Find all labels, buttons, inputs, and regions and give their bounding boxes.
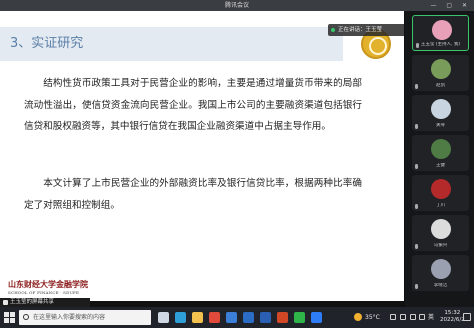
- network-icon[interactable]: [400, 314, 406, 320]
- window-title-bar: 腾讯会议 — ▢ ✕: [0, 0, 474, 11]
- battery-icon[interactable]: [419, 314, 425, 320]
- participant-tile[interactable]: 丁川: [412, 175, 469, 211]
- avatar: [431, 179, 451, 199]
- avatar: [431, 139, 451, 159]
- clock-date: 2022/6/2: [440, 317, 465, 323]
- avatar: [431, 219, 451, 239]
- weather-icon[interactable]: [354, 313, 362, 321]
- volume-icon[interactable]: [410, 314, 416, 320]
- store-icon[interactable]: [226, 312, 237, 323]
- window-controls[interactable]: — ▢ ✕: [430, 1, 471, 10]
- powerpoint-icon[interactable]: [277, 312, 288, 323]
- school-logo: 山东财经大学金融学院 SCHOOL OF FINANCE · SDUFE: [8, 279, 88, 296]
- system-tray: 35°C 英 15:32 2022/6/2: [354, 307, 474, 328]
- chrome-icon[interactable]: [209, 312, 220, 323]
- participant-tile[interactable]: 赵凯: [412, 55, 469, 91]
- notification-icon[interactable]: [463, 313, 471, 321]
- participant-name: 马振兴: [433, 243, 448, 248]
- taskbar-search[interactable]: 在这里输入你要搜索的内容: [19, 310, 151, 325]
- shared-screen: 3、实证研究 正在讲话：王玉莹 结构性货币政策工具对于民营企业的影响，主要是通过…: [0, 11, 404, 301]
- screen-share-bar[interactable]: 王玉莹的屏幕共享: [0, 298, 90, 307]
- slide-paragraph: 本文计算了上市民营企业的外部融资比率及银行信贷比率，根据两种比率确定了对照组和控…: [24, 178, 362, 211]
- taskbar: 在这里输入你要搜索的内容 35°C 英 15:32 2022/6/2: [0, 307, 474, 328]
- wechat-icon[interactable]: [294, 312, 305, 323]
- participant-name: 王玉莹 (主持人, 我): [420, 42, 461, 47]
- clock[interactable]: 15:32 2022/6/2: [440, 310, 465, 324]
- avatar: [431, 99, 451, 119]
- school-name-cn: 山东财经大学金融学院: [8, 279, 88, 289]
- windows-start-icon[interactable]: [4, 312, 15, 323]
- participant-list: 王玉莹 (主持人, 我) 赵凯关琴王健丁川马振兴李晓洁: [405, 11, 474, 307]
- input-method[interactable]: 英: [428, 307, 434, 328]
- participant-name: 王健: [436, 163, 445, 168]
- window-title: 腾讯会议: [224, 2, 249, 9]
- weather-temperature[interactable]: 35°C: [365, 307, 380, 328]
- search-placeholder: 在这里输入你要搜索的内容: [33, 314, 106, 321]
- clock-time: 15:32: [444, 310, 461, 316]
- word-icon[interactable]: [260, 312, 271, 323]
- active-speaker-tag: 正在讲话：王玉莹: [328, 24, 404, 36]
- mail-icon[interactable]: [243, 312, 254, 323]
- participant-name: 关琴: [436, 123, 445, 128]
- slide-title: 3、实证研究: [10, 36, 84, 51]
- tencent-meeting-icon[interactable]: [311, 312, 322, 323]
- task-view-icon[interactable]: [158, 312, 169, 323]
- avatar: [431, 59, 451, 79]
- school-name-en: SCHOOL OF FINANCE · SDUFE: [8, 290, 80, 295]
- participant-name: 丁川: [436, 203, 445, 208]
- participant-tile[interactable]: 王玉莹 (主持人, 我): [412, 15, 469, 51]
- participant-tile[interactable]: 王健: [412, 135, 469, 171]
- participant-tile[interactable]: 关琴: [412, 95, 469, 131]
- participant-name: 赵凯: [436, 83, 445, 88]
- participant-tile[interactable]: 马振兴: [412, 215, 469, 251]
- avatar: [431, 259, 451, 279]
- participant-name: 李晓洁: [433, 283, 448, 288]
- edge-icon[interactable]: [175, 312, 186, 323]
- chevron-up-icon[interactable]: [390, 314, 396, 320]
- slide-paragraph: 结构性货币政策工具对于民营企业的影响，主要是通过增量货币带来的局部流动性溢出，使…: [24, 78, 362, 133]
- participant-tile[interactable]: 李晓洁: [412, 255, 469, 291]
- avatar: [432, 20, 452, 40]
- file-explorer-icon[interactable]: [192, 312, 203, 323]
- search-icon: [23, 314, 29, 320]
